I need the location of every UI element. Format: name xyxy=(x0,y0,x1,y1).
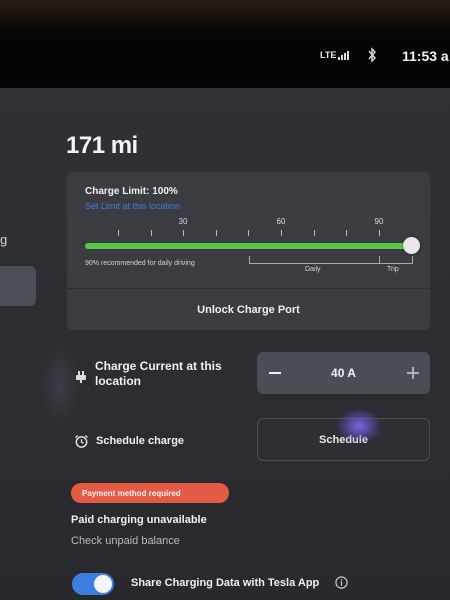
slider-tick xyxy=(379,230,380,236)
status-bar xyxy=(0,40,450,88)
screen-reflection xyxy=(40,346,80,426)
daily-trip-bracket xyxy=(249,256,413,264)
sidebar-item-label: g xyxy=(0,232,8,247)
lte-signal: LTE xyxy=(320,50,350,60)
sidebar-button[interactable] xyxy=(0,266,36,306)
charge-limit-label: Charge Limit: 100% xyxy=(85,186,178,197)
share-charging-data-toggle[interactable] xyxy=(72,573,114,595)
screen-glare xyxy=(336,408,382,444)
info-icon[interactable] xyxy=(335,576,348,589)
slider-tick xyxy=(118,230,119,236)
charge-limit-slider[interactable] xyxy=(85,243,411,249)
charge-limit-slider-handle[interactable] xyxy=(402,237,420,254)
slider-tick xyxy=(151,230,152,236)
alarm-clock-icon xyxy=(75,435,88,448)
schedule-charge-label: Schedule charge xyxy=(96,435,185,447)
paid-charging-status: Paid charging unavailable xyxy=(71,514,207,526)
charge-limit-card: Charge Limit: 100% Set Limit at this loc… xyxy=(67,172,430,330)
slider-tick xyxy=(248,230,249,236)
screen-bezel xyxy=(0,0,450,40)
daily-label: Daily xyxy=(305,266,321,273)
charge-current-label: Charge Current at this location xyxy=(95,359,222,388)
payment-required-badge: Payment method required xyxy=(71,483,229,503)
bluetooth-icon xyxy=(368,47,376,63)
range-display: 171 mi xyxy=(66,132,138,159)
slider-tick xyxy=(183,230,184,236)
slider-tick xyxy=(314,230,315,236)
tick-label-90: 90 xyxy=(374,217,384,226)
slider-tick xyxy=(346,230,347,236)
daily-trip-divider xyxy=(379,256,380,264)
recommendation-text: 90% recommended for daily driving xyxy=(85,260,195,267)
charge-current-stepper: 40 A xyxy=(257,352,430,394)
signal-bars-icon xyxy=(338,50,350,60)
plug-icon xyxy=(76,371,86,383)
clock: 11:53 a xyxy=(402,48,449,64)
charge-limit-fill xyxy=(85,243,411,249)
slider-tick xyxy=(281,230,282,236)
toggle-knob xyxy=(94,575,112,593)
slider-tick xyxy=(216,230,217,236)
check-unpaid-balance-link[interactable]: Check unpaid balance xyxy=(71,535,180,547)
trip-label: Trip xyxy=(387,266,399,273)
tick-label-30: 30 xyxy=(178,217,188,226)
tick-label-60: 60 xyxy=(276,217,286,226)
set-limit-link[interactable]: Set Limit at this location xyxy=(85,201,180,211)
decrease-current-button[interactable] xyxy=(267,362,287,384)
unlock-charge-port-button[interactable]: Unlock Charge Port xyxy=(67,289,430,330)
network-label: LTE xyxy=(320,50,337,60)
increase-current-button[interactable] xyxy=(404,362,424,384)
charging-screen xyxy=(0,88,450,600)
share-charging-data-label: Share Charging Data with Tesla App xyxy=(131,577,320,589)
